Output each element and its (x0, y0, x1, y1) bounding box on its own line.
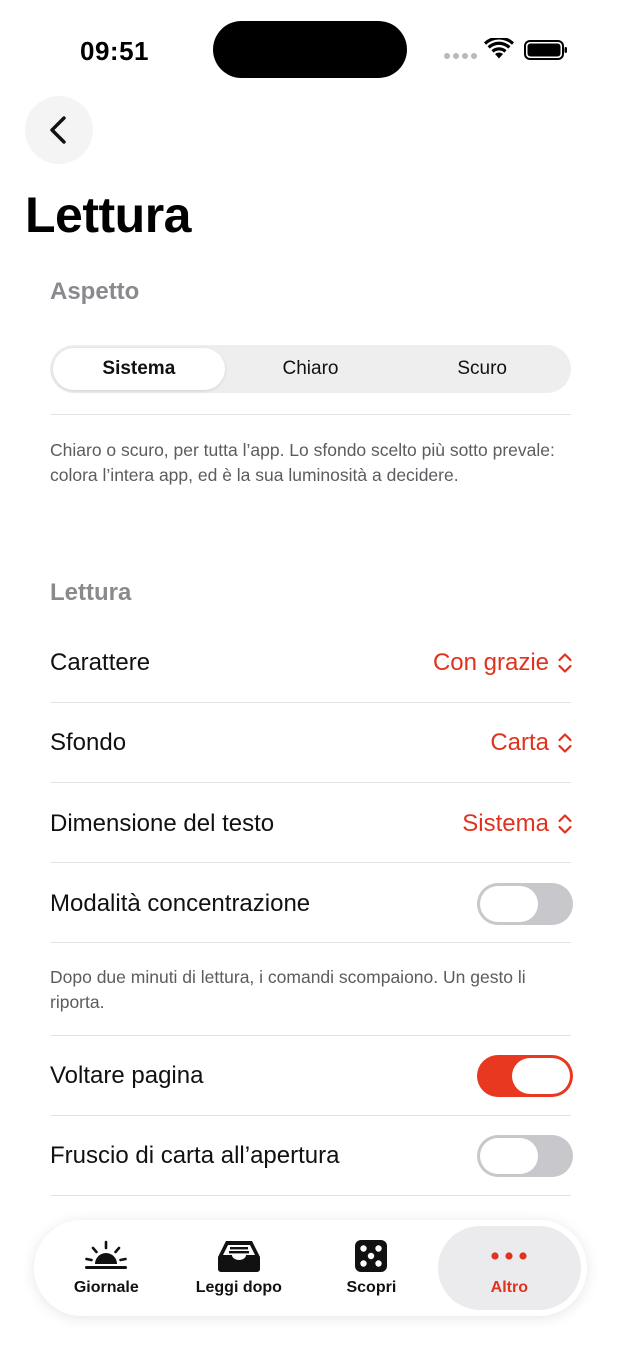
wifi-icon (484, 38, 514, 59)
chevron-left-icon (50, 116, 66, 144)
segment-sistema[interactable]: Sistema (53, 348, 225, 390)
row-label: Carattere (50, 649, 151, 676)
tab-scopri[interactable]: Scopri (305, 1226, 438, 1310)
focus-mode-footnote: Dopo due minuti di lettura, i comandi sc… (50, 967, 526, 1012)
font-picker[interactable]: Con grazie (433, 649, 573, 677)
page-turn-toggle[interactable] (477, 1055, 573, 1097)
row-label: Dimensione del testo (50, 810, 275, 837)
divider (50, 862, 571, 863)
row-fruscio-carta: Fruscio di carta all’apertura (50, 1116, 573, 1196)
tab-altro[interactable]: Altro (437, 1226, 581, 1310)
status-time: 09:51 (80, 36, 149, 66)
row-carattere[interactable]: Carattere Con grazie (50, 623, 573, 703)
dynamic-island (213, 21, 407, 78)
picker-value: Con grazie (432, 649, 549, 676)
row-sfondo[interactable]: Sfondo Carta (50, 703, 573, 783)
sunrise-icon (83, 1239, 129, 1273)
tab-label: Giornale (73, 1279, 139, 1296)
more-icon (486, 1239, 532, 1273)
background-picker[interactable]: Carta (490, 729, 573, 757)
picker-value: Carta (490, 729, 549, 756)
row-voltare-pagina: Voltare pagina (50, 1036, 573, 1116)
divider (50, 782, 571, 783)
row-label: Modalità concentrazione (50, 890, 311, 917)
appearance-footnote: Chiaro o scuro, per tutta l’app. Lo sfon… (50, 440, 555, 485)
cellular-signal-icon (444, 53, 477, 59)
chevron-up-down-icon (558, 814, 572, 834)
row-modalita-concentrazione: Modalità concentrazione (50, 864, 573, 944)
tab-label: Scopri (346, 1279, 397, 1296)
text-size-picker[interactable]: Sistema (462, 810, 573, 838)
divider (50, 414, 571, 415)
tab-giornale[interactable]: Giornale (40, 1226, 173, 1310)
picker-value: Sistema (462, 810, 549, 837)
paper-sound-toggle[interactable] (477, 1135, 573, 1177)
row-label: Fruscio di carta all’apertura (50, 1142, 340, 1169)
appearance-segmented-control[interactable]: Sistema Chiaro Scuro (50, 345, 571, 393)
status-bar: 09:51 (0, 0, 620, 100)
section-heading-aspetto: Aspetto (50, 278, 140, 305)
row-label: Voltare pagina (50, 1062, 204, 1089)
row-label: Sfondo (50, 729, 127, 756)
divider (50, 1195, 571, 1196)
tab-label: Altro (490, 1279, 528, 1296)
page-title: Lettura (25, 187, 191, 243)
row-dimensione-testo[interactable]: Dimensione del testo Sistema (50, 784, 573, 864)
dice-icon (348, 1239, 394, 1273)
divider (50, 942, 571, 943)
tab-leggi-dopo[interactable]: Leggi dopo (173, 1226, 306, 1310)
tray-icon (216, 1239, 262, 1273)
battery-icon (524, 40, 567, 60)
chevron-up-down-icon (558, 653, 572, 673)
chevron-up-down-icon (558, 733, 572, 753)
section-heading-lettura: Lettura (50, 579, 132, 606)
tab-bar: Giornale Leggi dopo Scopri Altro (34, 1220, 587, 1316)
tab-label: Leggi dopo (195, 1279, 282, 1296)
focus-mode-toggle[interactable] (477, 883, 573, 925)
back-button[interactable] (25, 96, 93, 164)
segment-chiaro[interactable]: Chiaro (225, 348, 397, 390)
segment-scuro[interactable]: Scuro (396, 348, 568, 390)
